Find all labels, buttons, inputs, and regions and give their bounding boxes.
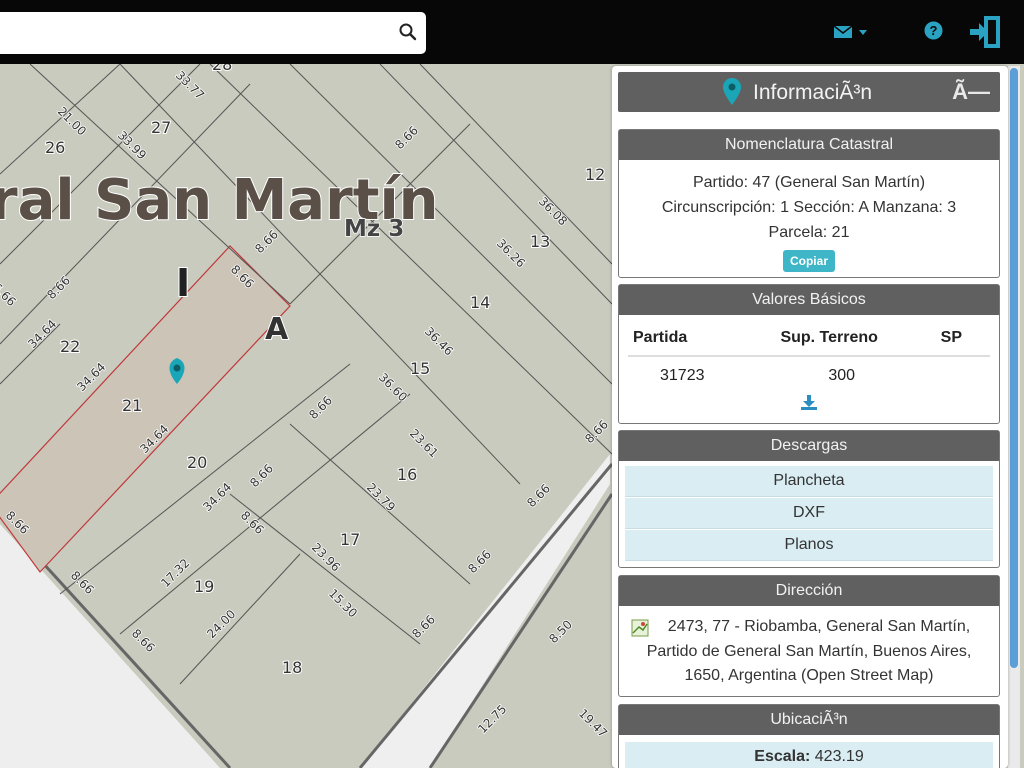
ubicacion-heading: UbicaciÃ³n	[619, 705, 999, 735]
top-bar: ?	[0, 0, 1024, 64]
help-icon[interactable]: ?	[924, 21, 943, 40]
block-label: Mz 3	[344, 216, 404, 242]
parcel-number: 17	[340, 530, 360, 549]
dxf-download[interactable]: DXF	[625, 498, 993, 529]
parcel-number: 28	[212, 64, 232, 74]
planos-download[interactable]: Planos	[625, 530, 993, 561]
scale-value: 423.19	[814, 748, 864, 765]
panel-scrollbar-thumb[interactable]	[1010, 68, 1018, 668]
svg-text:?: ?	[930, 23, 938, 38]
parcel-number: 18	[282, 658, 302, 677]
column-header: SP	[909, 325, 990, 357]
parcel-number: 16	[397, 465, 417, 484]
partido-line: Partido: 47 (General San Martín)	[692, 174, 926, 191]
column-header: Partida	[628, 325, 750, 357]
parcel-number: 27	[151, 118, 171, 137]
address-line: 1650, Argentina (Open Street Map)	[684, 667, 934, 684]
parcel-number: 26	[45, 138, 65, 157]
valores-table: Partida Sup. Terreno SP 31723 300	[628, 325, 990, 387]
parcel-number: 12	[585, 165, 605, 184]
info-panel: InformaciÃ³n Ã— Nomenclatura Catastral P…	[612, 66, 1008, 768]
nomenclatura-heading: Nomenclatura Catastral	[619, 130, 999, 160]
parcel-number: 21	[122, 396, 142, 415]
search-input[interactable]	[8, 20, 382, 48]
descargas-card: Descargas Plancheta DXF Planos	[618, 430, 1000, 568]
section-label-a: A	[265, 312, 289, 347]
scale-row: Escala: 423.19	[625, 742, 993, 768]
download-icon[interactable]	[800, 395, 818, 411]
address-line: Partido de General San Martín, Buenos Ai…	[646, 642, 972, 660]
scale-label: Escala:	[754, 748, 811, 765]
logout-icon[interactable]	[968, 14, 1004, 50]
mail-icon[interactable]	[833, 24, 871, 40]
search-icon[interactable]	[398, 22, 418, 42]
direccion-heading: Dirección	[619, 576, 999, 606]
table-row: 31723 300	[628, 356, 990, 387]
panel-header: InformaciÃ³n Ã—	[618, 72, 1000, 112]
column-header: Sup. Terreno	[749, 325, 910, 357]
copy-button[interactable]: Copiar	[782, 250, 835, 272]
sp-value	[909, 356, 990, 387]
valores-heading: Valores Básicos	[619, 285, 999, 315]
circunscripcion-line: Circunscripción: 1 Sección: A Manzana: 3	[661, 199, 957, 216]
parcel-number: 13	[530, 232, 550, 251]
parcel-number: 15	[410, 359, 430, 378]
superficie-value: 300	[828, 367, 856, 384]
address-line: 2473, 77 - Riobamba, General San Martín,	[667, 618, 971, 635]
parcel-number: 19	[194, 577, 214, 596]
close-icon[interactable]: Ã—	[952, 79, 990, 105]
parcel-number: 20	[187, 453, 207, 472]
parcel-number: 22	[60, 337, 80, 356]
ubicacion-card: UbicaciÃ³n Escala: 423.19	[618, 704, 1000, 768]
panel-title: InformaciÃ³n	[753, 81, 873, 104]
plancheta-download[interactable]: Plancheta	[625, 466, 993, 497]
descargas-heading: Descargas	[619, 431, 999, 461]
parcela-line: Parcela: 21	[768, 224, 850, 241]
direccion-card: Dirección 2473, 77 - Riobamba, General S…	[618, 575, 1000, 697]
map-icon	[631, 619, 649, 637]
section-label-i: I	[176, 261, 190, 305]
nomenclatura-card: Nomenclatura Catastral Partido: 47 (Gene…	[618, 129, 1000, 278]
search-box[interactable]	[0, 12, 426, 54]
parcel-number: 14	[470, 293, 490, 312]
location-pin-icon	[723, 78, 741, 105]
valores-card: Valores Básicos Partida Sup. Terreno SP …	[618, 284, 1000, 424]
partida-value: 31723	[660, 367, 705, 384]
